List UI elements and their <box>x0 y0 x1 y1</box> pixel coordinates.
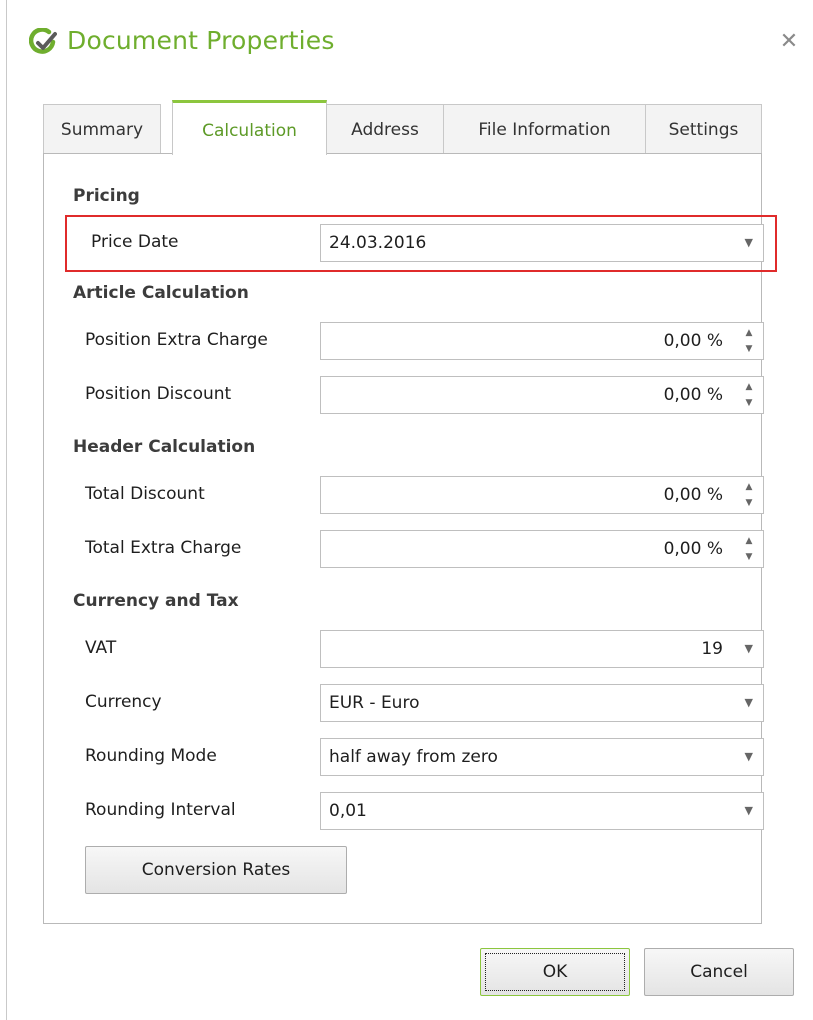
rounding-interval-value: 0,01 <box>329 801 367 821</box>
total-extra-charge-stepper[interactable]: 0,00 % ▲ ▼ <box>320 530 764 568</box>
tab-calculation[interactable]: Calculation <box>172 100 327 155</box>
total-discount-stepper[interactable]: 0,00 % ▲ ▼ <box>320 476 764 514</box>
vat-label: VAT <box>85 638 117 658</box>
tab-file-information[interactable]: File Information <box>443 104 646 153</box>
conversion-rates-button[interactable]: Conversion Rates <box>85 846 347 894</box>
rounding-mode-value: half away from zero <box>329 747 498 767</box>
vat-value: 19 <box>701 639 723 659</box>
total-discount-value: 0,00 % <box>663 485 723 505</box>
cancel-button[interactable]: Cancel <box>644 948 794 996</box>
rounding-interval-dropdown[interactable]: 0,01 ▼ <box>320 792 764 830</box>
chevron-down-icon[interactable]: ▼ <box>745 739 753 775</box>
logo-check-icon <box>29 28 57 54</box>
rounding-mode-dropdown[interactable]: half away from zero ▼ <box>320 738 764 776</box>
vat-dropdown[interactable]: 19 ▼ <box>320 630 764 668</box>
tab-address[interactable]: Address <box>326 104 444 153</box>
section-pricing: Pricing <box>73 186 140 206</box>
section-header-calculation: Header Calculation <box>73 437 256 457</box>
total-discount-label: Total Discount <box>85 484 205 504</box>
spin-buttons: ▲ ▼ <box>741 481 757 509</box>
price-date-label: Price Date <box>91 232 179 252</box>
position-discount-value: 0,00 % <box>663 385 723 405</box>
dialog-title: Document Properties <box>67 26 335 55</box>
spin-up-icon[interactable]: ▲ <box>746 535 753 547</box>
section-currency-and-tax: Currency and Tax <box>73 591 239 611</box>
chevron-down-icon[interactable]: ▼ <box>745 631 753 667</box>
spin-down-icon[interactable]: ▼ <box>746 397 753 409</box>
spin-buttons: ▲ ▼ <box>741 327 757 355</box>
rounding-mode-label: Rounding Mode <box>85 746 217 766</box>
spin-up-icon[interactable]: ▲ <box>746 481 753 493</box>
title-bar: Document Properties ✕ <box>7 0 813 90</box>
document-properties-dialog: Document Properties ✕ Summary Calculatio… <box>6 0 813 1020</box>
total-extra-charge-label: Total Extra Charge <box>85 538 242 558</box>
section-article-calculation: Article Calculation <box>73 283 249 303</box>
focus-ring <box>485 953 625 991</box>
ok-button[interactable]: OK <box>480 948 630 996</box>
tab-summary[interactable]: Summary <box>43 104 161 153</box>
tab-settings[interactable]: Settings <box>645 104 762 153</box>
position-discount-label: Position Discount <box>85 384 232 404</box>
rounding-interval-label: Rounding Interval <box>85 800 236 820</box>
currency-label: Currency <box>85 692 162 712</box>
spin-down-icon[interactable]: ▼ <box>746 497 753 509</box>
position-extra-charge-label: Position Extra Charge <box>85 330 268 350</box>
spin-down-icon[interactable]: ▼ <box>746 343 753 355</box>
spin-up-icon[interactable]: ▲ <box>746 327 753 339</box>
position-discount-stepper[interactable]: 0,00 % ▲ ▼ <box>320 376 764 414</box>
price-date-dropdown[interactable]: 24.03.2016 ▼ <box>320 224 764 262</box>
close-icon[interactable]: ✕ <box>777 30 801 54</box>
position-extra-charge-value: 0,00 % <box>663 331 723 351</box>
spin-buttons: ▲ ▼ <box>741 381 757 409</box>
spin-buttons: ▲ ▼ <box>741 535 757 563</box>
spin-up-icon[interactable]: ▲ <box>746 381 753 393</box>
currency-dropdown[interactable]: EUR - Euro ▼ <box>320 684 764 722</box>
chevron-down-icon[interactable]: ▼ <box>745 225 753 261</box>
price-date-value: 24.03.2016 <box>329 233 427 253</box>
chevron-down-icon[interactable]: ▼ <box>745 793 753 829</box>
position-extra-charge-stepper[interactable]: 0,00 % ▲ ▼ <box>320 322 764 360</box>
total-extra-charge-value: 0,00 % <box>663 539 723 559</box>
spin-down-icon[interactable]: ▼ <box>746 551 753 563</box>
currency-value: EUR - Euro <box>329 693 420 713</box>
chevron-down-icon[interactable]: ▼ <box>745 685 753 721</box>
